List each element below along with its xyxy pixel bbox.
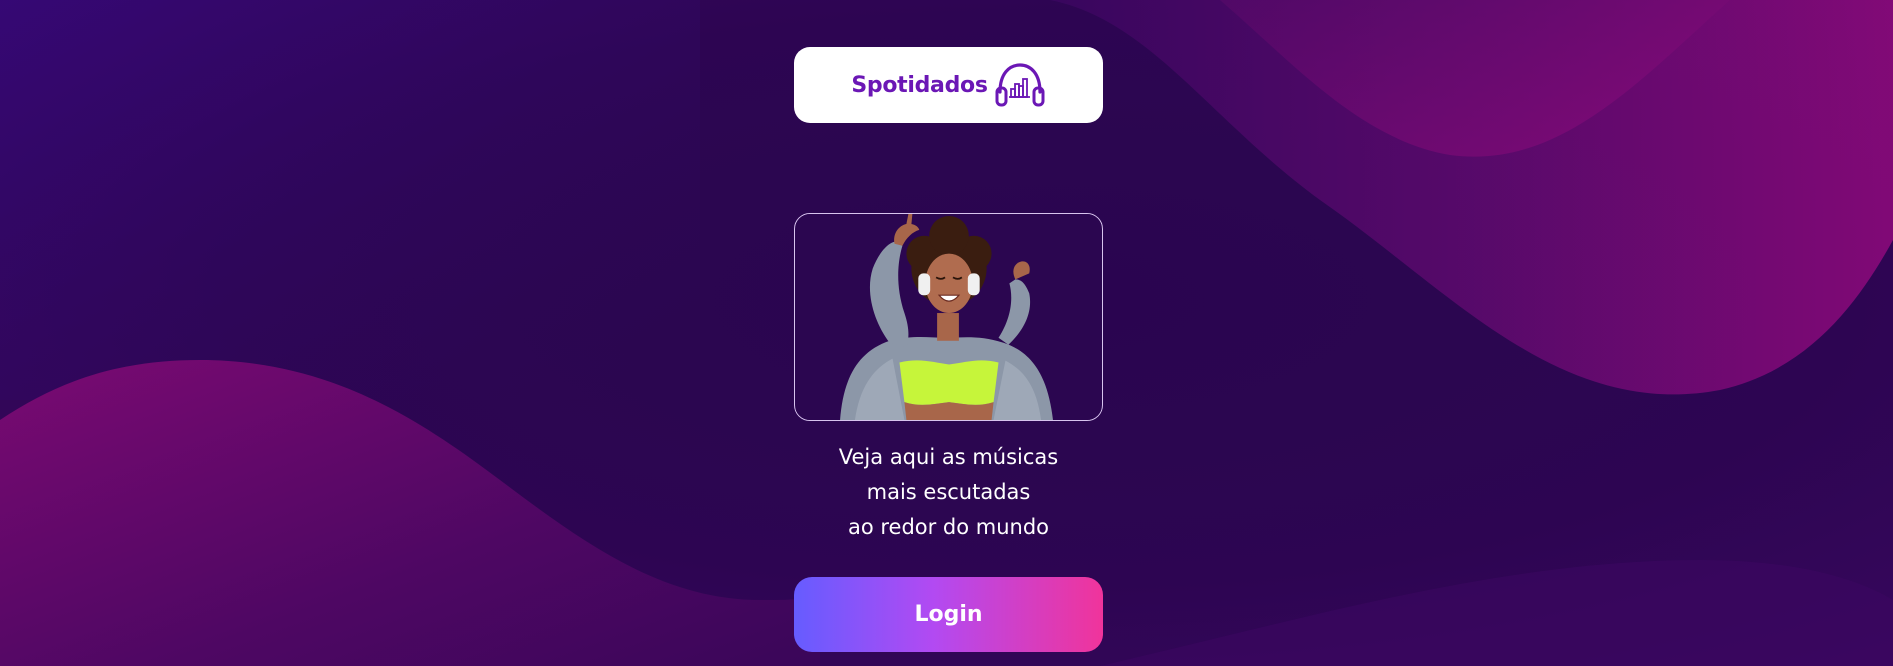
tagline-line-3: ao redor do mundo xyxy=(847,515,1050,539)
brand-name: Spotidados xyxy=(851,72,988,98)
tagline-line-1: Veja aqui as músicas xyxy=(838,445,1059,469)
dancing-woman-illustration xyxy=(795,214,1102,420)
brand-logo-card[interactable]: Spotidados xyxy=(794,47,1103,123)
tagline-line-2: mais escutadas xyxy=(866,480,1031,504)
hero-image xyxy=(794,213,1103,421)
center-column: Spotidados Veja aqui as músicas mais esc… xyxy=(794,0,1103,666)
tagline: Veja aqui as músicas mais escutadas ao r… xyxy=(794,440,1103,545)
headphones-chart-icon xyxy=(995,63,1045,107)
login-button[interactable]: Login xyxy=(794,577,1103,652)
